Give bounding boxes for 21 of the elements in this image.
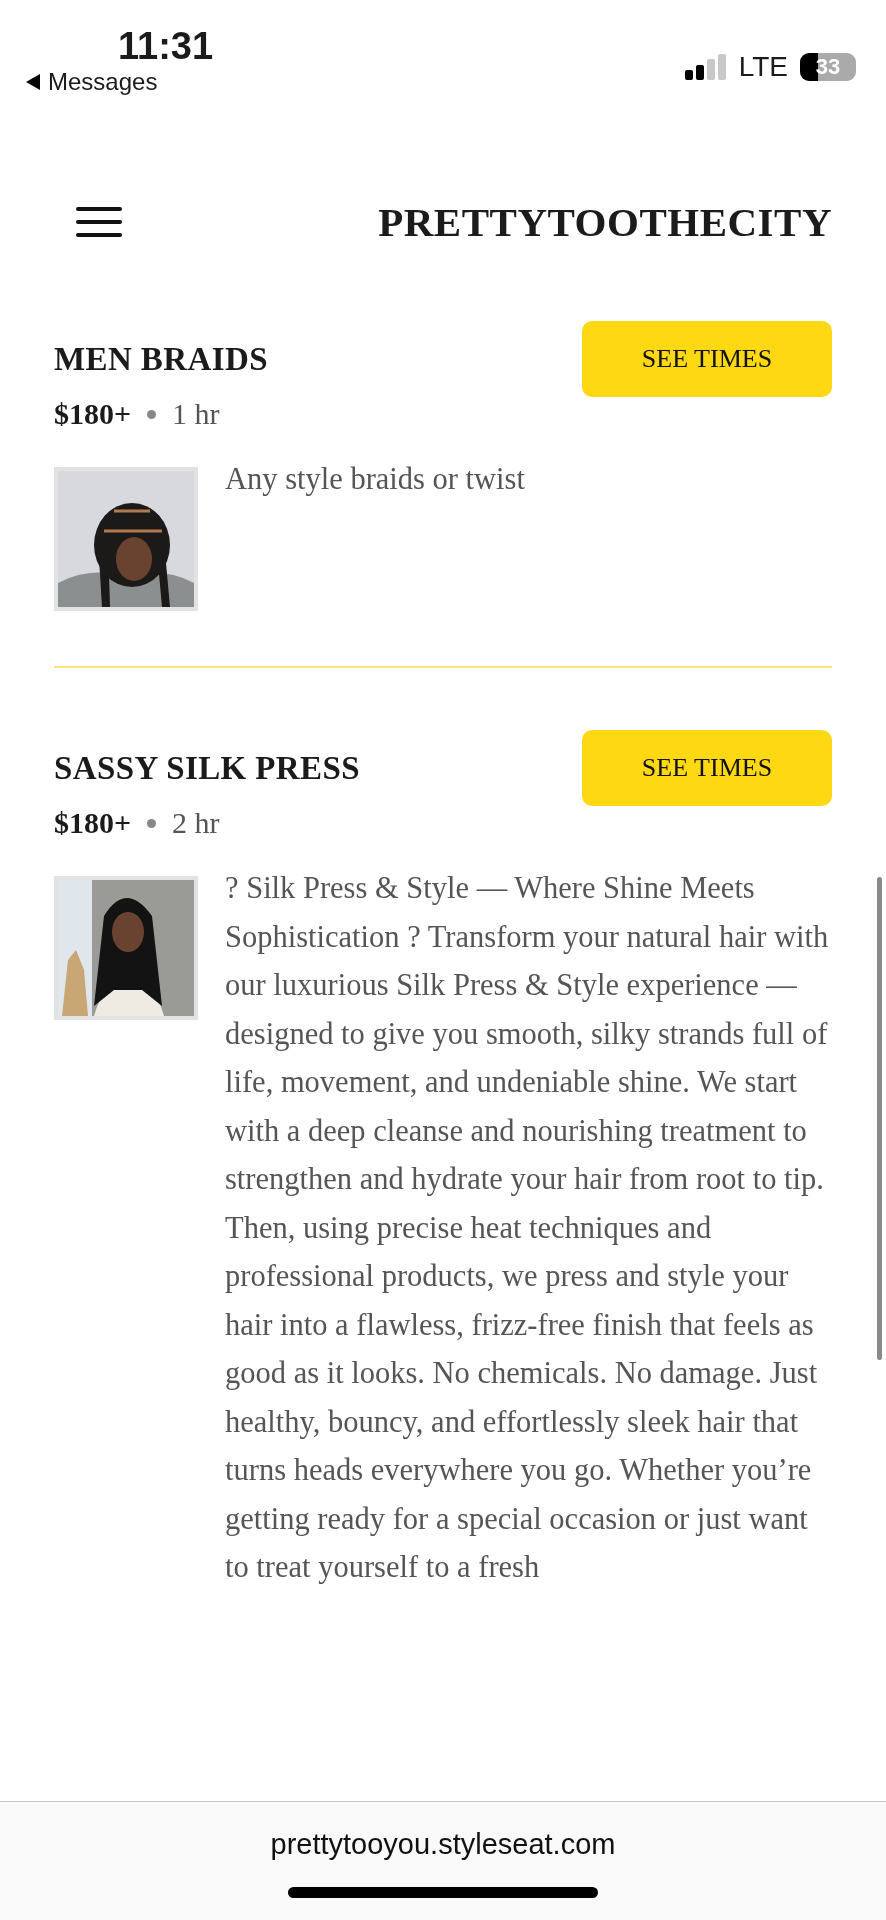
- service-description: ? Silk Press & Style — Where Shine Meets Sophistication ? Transform your natural hair with our luxurious Silk Press & Style experience — designed to give you smooth, silky strands full of life, movement, and undeniable shine. We start with a deep cleanse and nourishing treatment to strengthen and hydrate your hair from root to tip. Then, using precise heat techniques and professional products, we press and style your hair into a flawless, frizz-free finish that feels as good as it looks. No chemicals. No damage. Just healthy, bouncy, and effortlessly sleek hair that turns heads everywhere you go. Whether you’re getting ready for a special occasion or just want to treat yourself to a fresh: [225, 870, 830, 1586]
- service-duration: 2 hr: [172, 806, 220, 840]
- see-times-button[interactable]: SEE TIMES: [582, 730, 832, 806]
- see-times-button[interactable]: SEE TIMES: [582, 321, 832, 397]
- menu-icon[interactable]: [76, 206, 122, 238]
- service-description: Any style braids or twist: [225, 461, 526, 498]
- site-title: PRETTYTOOTHECITY: [378, 198, 832, 246]
- network-label: LTE: [738, 51, 788, 83]
- separator-dot-icon: [147, 409, 157, 419]
- back-arrow-icon[interactable]: [26, 74, 40, 90]
- url-text[interactable]: prettytooyou.styleseat.com: [270, 1828, 616, 1861]
- signal-icon: [684, 54, 727, 80]
- service-duration: 1 hr: [172, 397, 220, 431]
- separator-dot-icon: [147, 818, 157, 828]
- scroll-bar[interactable]: [877, 877, 882, 1360]
- service-name: MEN BRAIDS: [54, 340, 268, 378]
- service-price: $180+: [54, 397, 132, 431]
- status-time: 11:31: [118, 26, 214, 66]
- service-name: SASSY SILK PRESS: [54, 749, 360, 787]
- back-link[interactable]: Messages: [48, 68, 158, 96]
- service-price: $180+: [54, 806, 132, 840]
